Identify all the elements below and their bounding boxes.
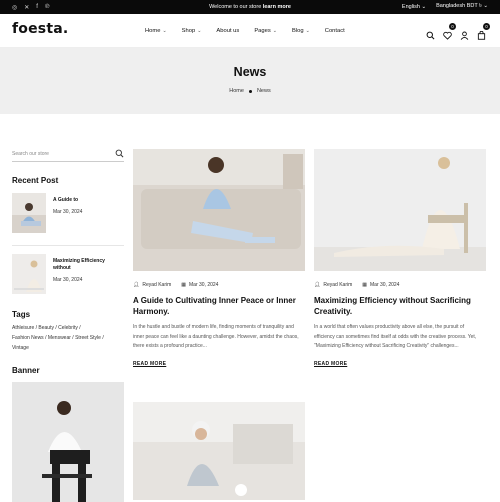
breadcrumb-current: News <box>256 88 271 94</box>
wishlist-count-badge: 0 <box>449 22 456 30</box>
chevron-down-icon: ⌄ <box>162 28 167 34</box>
recent-post-date: Mar 30, 2024 <box>52 277 83 283</box>
divider <box>12 245 124 246</box>
cart-count-badge: 0 <box>483 22 490 30</box>
recent-post-thumbnail[interactable] <box>12 254 46 294</box>
search-icon[interactable] <box>115 149 124 158</box>
announcement-bar: ◎ ✕ f ℗ Welcome to our store learn more … <box>0 0 500 14</box>
recent-post-date: Mar 30, 2024 <box>53 209 83 215</box>
recent-post-title[interactable]: A Guide to <box>53 197 82 204</box>
chevron-down-icon: ⌄ <box>305 28 310 34</box>
blog-post-card <box>133 402 305 500</box>
recent-post-thumbnail[interactable] <box>12 193 46 233</box>
chevron-down-icon: ⌄ <box>272 28 277 34</box>
calendar-icon: ▦ <box>362 282 367 288</box>
banner-heading: Banner <box>12 366 40 375</box>
recent-post-item[interactable]: Maximizing Efficiency without Mar 30, 20… <box>12 254 124 294</box>
search-icon[interactable] <box>426 27 435 39</box>
currency-selector[interactable]: Bangladesh BDT ৳ ⌄ <box>436 3 488 11</box>
language-selector[interactable]: English ⌄ <box>402 4 426 10</box>
post-author[interactable]: 👤︎ Reyad Karim <box>133 282 171 288</box>
read-more-link[interactable]: READ MORE <box>133 361 166 367</box>
breadcrumb-home[interactable]: Home <box>229 88 244 94</box>
breadcrumb: Home News <box>0 88 500 94</box>
user-icon: 👤︎ <box>133 282 140 288</box>
post-title[interactable]: Maximizing Efficiency without Sacrificin… <box>314 295 486 317</box>
post-excerpt: In a world that often values productivit… <box>314 324 477 349</box>
page-banner: News Home News <box>0 48 500 114</box>
post-excerpt: In the hustle and bustle of modern life,… <box>133 324 299 349</box>
wishlist-icon[interactable]: 0 <box>443 22 456 40</box>
post-image[interactable] <box>133 149 305 271</box>
post-date: ▦ Mar 30, 2024 <box>362 282 400 288</box>
page-title: News <box>233 65 267 79</box>
tag-list: Athleisure / Beauty / Celebrity / Fashio… <box>12 323 124 353</box>
nav-item-home[interactable]: Home ⌄ <box>145 28 167 34</box>
post-image[interactable] <box>314 149 486 271</box>
chevron-down-icon: ⌄ <box>197 28 202 34</box>
cart-icon[interactable]: 0 <box>477 22 490 40</box>
site-header: foesta. Home ⌄ Shop ⌄ About us Pages ⌄ Blog… <box>0 14 500 48</box>
recent-post-item[interactable]: A Guide to Mar 30, 2024 <box>12 193 124 233</box>
post-image[interactable] <box>133 402 305 500</box>
nav-item-shop[interactable]: Shop ⌄ <box>182 28 202 34</box>
post-date: ▦ Mar 30, 2024 <box>181 282 219 288</box>
blog-post-card: 👤︎ Reyad Karim ▦ Mar 30, 2024 Maximizing E… <box>314 149 486 370</box>
nav-item-pages[interactable]: Pages ⌄ <box>254 28 277 34</box>
tag-row[interactable]: Athleisure / Beauty / Celebrity / <box>12 323 124 333</box>
recent-post-heading: Recent Post <box>12 176 59 185</box>
tags-heading: Tags <box>12 310 31 319</box>
calendar-icon: ▦ <box>181 282 186 288</box>
nav-item-blog[interactable]: Blog ⌄ <box>292 28 310 34</box>
learn-more-link[interactable]: learn more <box>263 4 291 10</box>
main-nav: Home ⌄ Shop ⌄ About us Pages ⌄ Blog ⌄ Contac… <box>145 14 360 48</box>
read-more-link[interactable]: READ MORE <box>314 361 347 367</box>
nav-item-contact[interactable]: Contact <box>325 28 345 34</box>
sidebar-search-input[interactable]: Search our store <box>12 146 124 162</box>
post-author[interactable]: 👤︎ Reyad Karim <box>314 282 352 288</box>
user-icon: 👤︎ <box>314 282 321 288</box>
blog-post-card: 👤︎ Reyad Karim ▦ Mar 30, 2024 A Guide to C… <box>133 149 305 370</box>
account-icon[interactable] <box>460 27 469 40</box>
tag-row[interactable]: Fashion News / Menswear / Street Style / <box>12 333 124 343</box>
sidebar-banner-image[interactable] <box>12 382 124 502</box>
recent-post-title[interactable]: Maximizing Efficiency without <box>53 258 124 272</box>
post-title[interactable]: A Guide to Cultivating Inner Peace or In… <box>133 295 305 317</box>
site-logo[interactable]: foesta. <box>12 21 68 37</box>
breadcrumb-separator <box>248 89 252 93</box>
blog-sidebar: Search our store Recent Post A Guide to … <box>12 146 124 502</box>
nav-item-about[interactable]: About us <box>216 28 239 34</box>
tag-row[interactable]: Vintage <box>12 343 124 353</box>
